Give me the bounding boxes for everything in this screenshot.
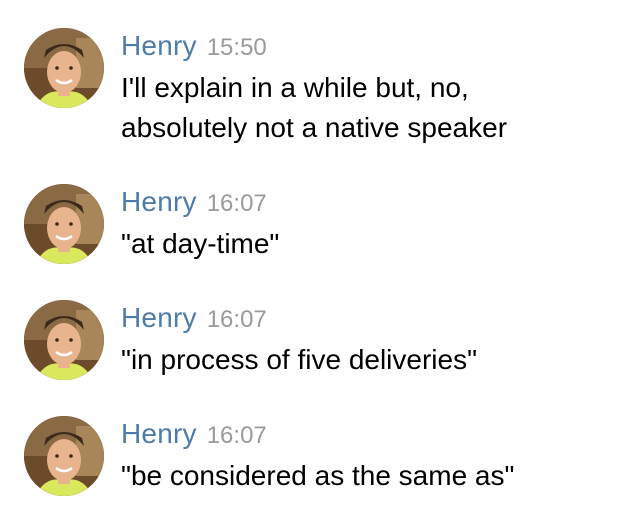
message-time: 15:50 <box>206 34 267 61</box>
message-text-line: "in process of five deliveries" <box>121 344 478 375</box>
message-time: 16:07 <box>206 422 267 449</box>
user-photo-icon <box>24 416 104 496</box>
message-header: Henry 16:07 <box>121 186 267 222</box>
sender-name[interactable]: Henry <box>121 30 197 61</box>
message-text-line: I'll explain in a while but, no, <box>121 72 469 103</box>
avatar[interactable] <box>24 184 104 264</box>
message-header: Henry 16:07 <box>121 302 267 338</box>
message-list: Henry 15:50 I'll explain in a while but, … <box>0 0 640 528</box>
message-text-line: "at day-time" <box>121 228 280 259</box>
message-item: Henry 16:07 "at day-time" <box>0 184 640 266</box>
sender-name[interactable]: Henry <box>121 302 197 333</box>
avatar[interactable] <box>24 416 104 496</box>
avatar[interactable] <box>24 28 104 108</box>
user-photo-icon <box>24 28 104 108</box>
user-photo-icon <box>24 184 104 264</box>
message-text-line: absolutely not a native speaker <box>121 112 508 143</box>
message-text-line: "be considered as the same as" <box>121 460 515 491</box>
message-text: "in process of five deliveries" <box>121 340 621 380</box>
avatar[interactable] <box>24 300 104 380</box>
message-item: Henry 16:07 "in process of five deliverie… <box>0 300 640 382</box>
message-item: Henry 15:50 I'll explain in a while but, … <box>0 28 640 150</box>
message-text: "be considered as the same as" <box>121 456 621 496</box>
message-text: I'll explain in a while but, no, absolut… <box>121 68 621 148</box>
sender-name[interactable]: Henry <box>121 186 197 217</box>
message-text: "at day-time" <box>121 224 621 264</box>
message-time: 16:07 <box>206 306 267 333</box>
message-header: Henry 15:50 <box>121 30 267 66</box>
user-photo-icon <box>24 300 104 380</box>
message-time: 16:07 <box>206 190 267 217</box>
sender-name[interactable]: Henry <box>121 418 197 449</box>
message-header: Henry 16:07 <box>121 418 267 454</box>
message-item: Henry 16:07 "be considered as the same as… <box>0 416 640 498</box>
